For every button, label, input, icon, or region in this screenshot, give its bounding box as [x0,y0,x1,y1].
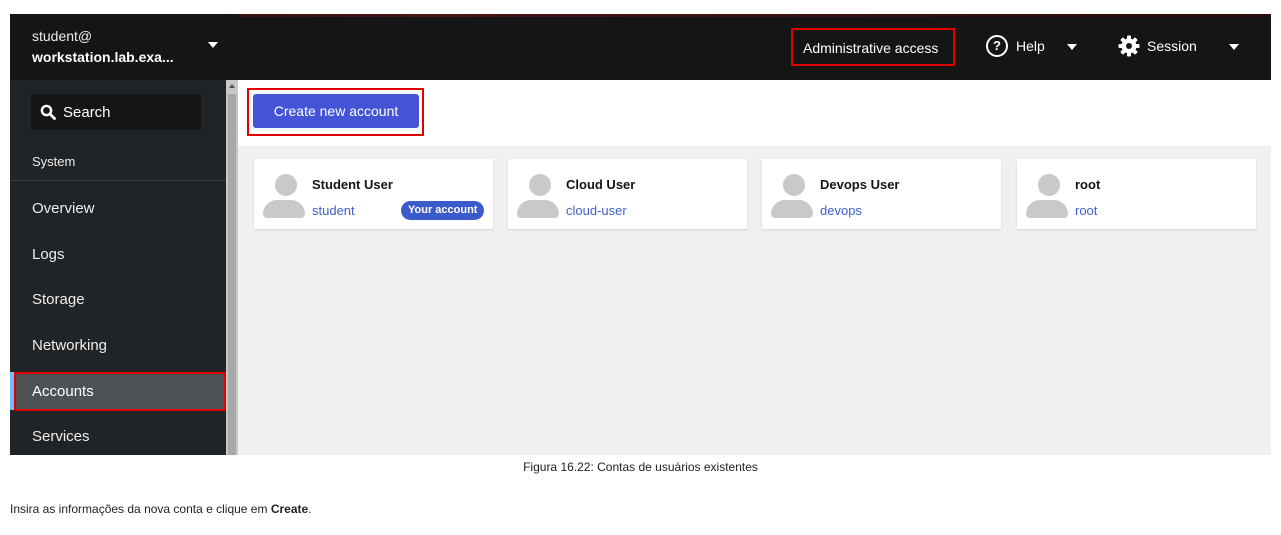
chevron-down-icon [208,42,218,48]
search-icon [40,104,56,120]
avatar-icon [1026,174,1068,218]
sidebar-item-networking[interactable]: Networking [32,337,107,354]
accounts-toolbar: Create new account [238,80,1271,146]
avatar-icon [771,174,813,218]
account-username-link[interactable]: cloud-user [566,203,627,218]
instruction-prefix: Insira as informações da nova conta e cl… [10,502,271,516]
sidebar-item-overview[interactable]: Overview [32,200,95,217]
host-user: student@ [32,28,93,44]
gear-icon [1118,35,1140,57]
create-new-account-button[interactable]: Create new account [253,94,419,128]
account-card[interactable]: Cloud User cloud-user [508,159,747,229]
cockpit-window: student@ workstation.lab.exa... Search S… [10,14,1271,455]
account-username-link[interactable]: student [312,203,355,218]
chevron-down-icon [1067,44,1077,50]
search-input[interactable]: Search [31,94,201,130]
sidebar-item-accounts[interactable]: Accounts [32,383,94,400]
administrative-access-button[interactable]: Administrative access [791,28,955,66]
avatar-icon [263,174,305,218]
sidebar: student@ workstation.lab.exa... Search S… [10,14,238,455]
search-placeholder: Search [63,104,111,121]
divider [10,180,226,181]
account-username-link[interactable]: devops [820,203,862,218]
help-icon: ? [986,35,1008,57]
your-account-badge: Your account [401,201,485,220]
account-full-name: Student User [312,177,393,192]
scroll-up-icon[interactable] [229,84,235,88]
account-username-link[interactable]: root [1075,203,1097,218]
account-card[interactable]: Student User student Your account [254,159,493,229]
scrollbar-thumb[interactable] [228,94,236,455]
sidebar-item-services[interactable]: Services [32,428,90,445]
help-label: Help [1016,38,1045,54]
instruction-bold: Create [270,502,309,516]
avatar-icon [517,174,559,218]
host-switcher[interactable]: student@ workstation.lab.exa... [10,14,238,80]
administrative-access-label: Administrative access [803,40,939,56]
sidebar-item-storage[interactable]: Storage [32,291,85,308]
account-card[interactable]: Devops User devops [762,159,1001,229]
instruction-suffix: . [308,502,312,516]
sidebar-scrollbar[interactable] [226,80,238,455]
account-full-name: root [1075,177,1101,192]
account-full-name: Devops User [820,177,900,192]
figure-caption: Figura 16.22: Contas de usuários existen… [523,460,758,474]
sidebar-item-logs[interactable]: Logs [32,246,65,263]
host-name: workstation.lab.exa... [32,49,174,65]
instruction-text: Insira as informações da nova conta e cl… [10,502,312,516]
session-label: Session [1147,38,1197,54]
account-full-name: Cloud User [566,177,636,192]
section-label-system: System [32,154,76,169]
account-card[interactable]: root root [1017,159,1256,229]
top-header: Administrative access ? Help Session [238,17,1271,80]
chevron-down-icon [1229,44,1239,50]
